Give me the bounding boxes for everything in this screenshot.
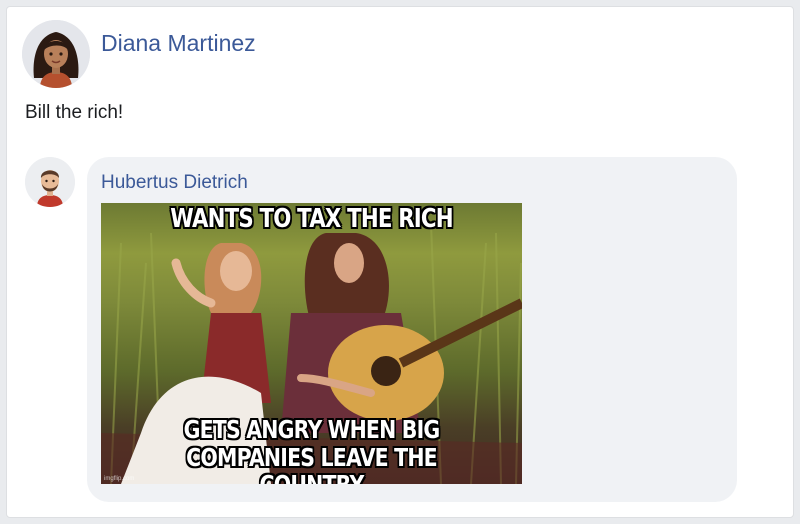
commenter-avatar[interactable] — [25, 157, 75, 207]
meme-image[interactable]: WANTS TO TAX THE RICH GETS ANGRY WHEN BI… — [101, 203, 522, 484]
comment: Hubertus Dietrich WANTS TO TAX THE RICH … — [25, 157, 737, 502]
meme-bottom-caption: GETS ANGRY WHEN BIG COMPANIES LEAVE THE … — [139, 416, 484, 484]
comment-author-name[interactable]: Hubertus Dietrich — [101, 172, 248, 194]
meme-top-caption: WANTS TO TAX THE RICH — [170, 204, 453, 234]
avatar[interactable] — [22, 20, 90, 88]
post-card: Diana Martinez Bill the rich! Hubertus D… — [6, 6, 794, 518]
female-avatar-icon — [22, 20, 90, 88]
meme-watermark: imgflip.com — [104, 476, 135, 482]
post-header: Diana Martinez — [22, 20, 256, 88]
post-text: Bill the rich! — [25, 102, 124, 123]
comment-bubble: Hubertus Dietrich WANTS TO TAX THE RICH … — [87, 157, 737, 502]
meme-bottom-caption-line1: GETS ANGRY WHEN BIG — [183, 415, 441, 444]
post-author-name[interactable]: Diana Martinez — [101, 30, 256, 57]
meme-bottom-caption-line2: COMPANIES LEAVE THE COUNTRY — [186, 442, 438, 484]
male-avatar-icon — [25, 157, 75, 207]
